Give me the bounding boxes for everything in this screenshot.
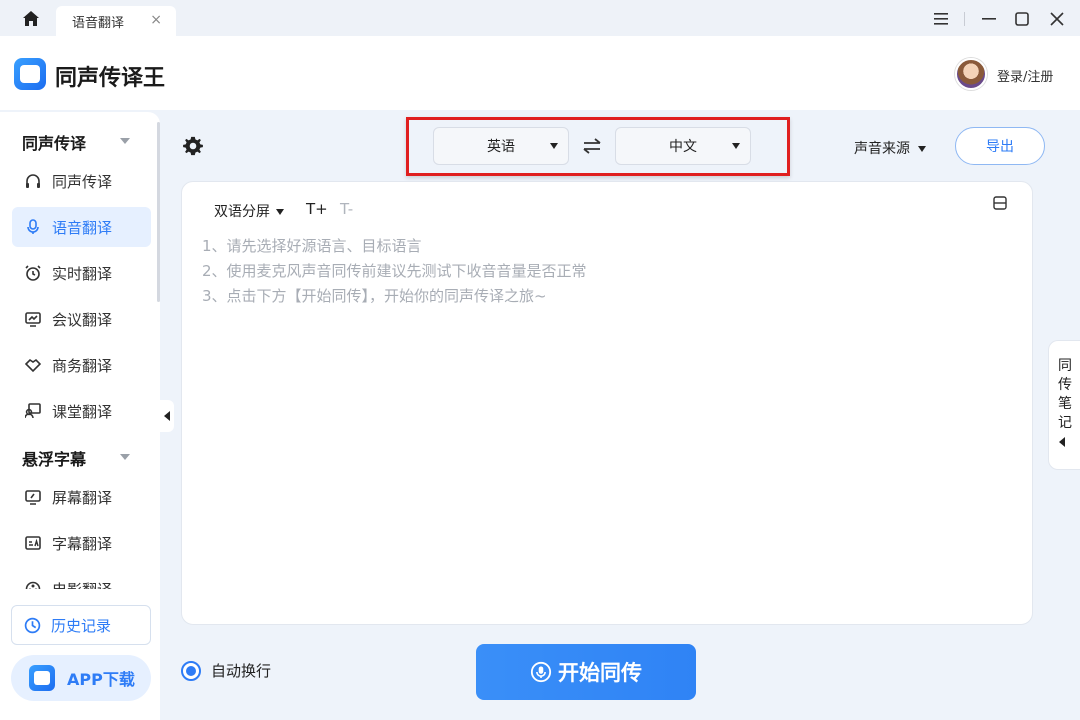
tab-close-icon[interactable]: × [150,12,162,28]
sidebar-item-subtitle[interactable]: 字幕翻译 [12,523,151,563]
sidebar-item-label: 实时翻译 [52,264,113,283]
app-download-button[interactable]: APP下载 [11,655,151,701]
microphone-icon [530,661,552,683]
translation-panel: 双语分屏 T+ T- 1、请先选择好源语言、目标语言 2、使用麦克风声音同传前建… [181,181,1033,625]
alarm-clock-icon [24,264,42,282]
sidebar-item-label: 会议翻译 [52,310,113,329]
home-icon[interactable] [18,6,44,30]
chevron-down-icon[interactable] [120,454,130,460]
section-title-simultaneous[interactable]: 同声传译 [22,130,86,154]
teacher-icon [24,402,42,420]
start-interpretation-button[interactable]: 开始同传 [476,644,696,700]
auto-wrap-radio[interactable] [181,660,201,681]
history-label: 历史记录 [51,616,112,635]
title-bar: 语音翻译 × [0,0,1080,36]
tab-voice-translate[interactable]: 语音翻译 × [56,6,176,36]
minimize-icon[interactable] [978,8,1000,30]
sidebar-item-classroom[interactable]: 课堂翻译 [12,391,151,431]
split-mode-dropdown[interactable]: 双语分屏 [214,201,284,221]
sidebar-item-label: 商务翻译 [52,356,113,375]
auto-wrap-option[interactable]: 自动换行 [181,660,271,681]
hint-line: 3、点击下方【开始同传】，开始你的同声传译之旅~ [202,287,547,305]
sidebar-item-film-clip: 电影翻译 [12,569,151,589]
language-highlight-box [406,117,790,176]
sidebar-collapse-button[interactable] [160,400,174,432]
start-label: 开始同传 [558,661,642,685]
caret-down-icon [918,146,926,152]
sound-source-label: 声音来源 [854,141,910,157]
app-logo [14,58,46,90]
sidebar-scrollbar[interactable] [157,122,160,302]
split-mode-label: 双语分屏 [214,204,270,220]
caret-left-icon [1059,437,1065,447]
sidebar-item-label: 电影翻译 [52,579,112,590]
chart-board-icon [24,310,42,328]
sidebar-item-screen[interactable]: 屏幕翻译 [12,477,151,517]
sound-source-dropdown[interactable]: 声音来源 [854,138,926,158]
close-icon[interactable] [1046,8,1068,30]
headphones-icon [24,172,42,190]
sidebar-item-label: 同声传译 [52,172,113,191]
font-decrease-button[interactable]: T- [340,200,353,218]
sidebar-item-label: 屏幕翻译 [52,488,113,507]
hint-line: 1、请先选择好源语言、目标语言 [202,237,422,255]
subtitle-icon [24,534,42,552]
app-logo-icon [29,665,55,691]
sidebar-item-meeting[interactable]: 会议翻译 [12,299,151,339]
gear-icon[interactable] [182,135,204,157]
font-increase-button[interactable]: T+ [306,200,328,218]
sidebar-item-label: 字幕翻译 [52,534,113,553]
section-title-floating[interactable]: 悬浮字幕 [22,446,86,470]
sidebar-item-label: 语音翻译 [52,218,113,237]
export-button[interactable]: 导出 [955,127,1045,165]
caret-down-icon [276,209,284,215]
layout-toggle-icon[interactable] [993,195,1007,210]
sidebar-item-label: 课堂翻译 [52,402,113,421]
clock-icon [24,617,41,634]
auto-wrap-label: 自动换行 [211,662,272,680]
notes-side-tab[interactable]: 同传笔记 [1048,340,1080,470]
notes-tab-label: 同传笔记 [1058,358,1072,431]
hint-list: 1、请先选择好源语言、目标语言 2、使用麦克风声音同传前建议先测试下收音音量是否… [202,234,587,309]
login-link[interactable]: 登录/注册 [997,66,1053,85]
microphone-icon [24,218,42,236]
sidebar-item-business[interactable]: 商务翻译 [12,345,151,385]
hint-line: 2、使用麦克风声音同传前建议先测试下收音音量是否正常 [202,262,587,280]
maximize-icon[interactable] [1011,8,1033,30]
handshake-icon [24,356,42,374]
sidebar-item-simultaneous[interactable]: 同声传译 [12,161,151,201]
sidebar-item-realtime[interactable]: 实时翻译 [12,253,151,293]
window-divider [964,12,965,26]
caret-left-icon [164,411,170,421]
film-icon [24,580,42,589]
tab-label: 语音翻译 [72,15,125,31]
app-name: 同声传译王 [55,66,166,91]
menu-icon[interactable] [930,8,952,30]
history-button[interactable]: 历史记录 [11,605,151,645]
sidebar-item-voice-translate[interactable]: 语音翻译 [12,207,151,247]
app-download-label: APP下载 [67,670,135,689]
avatar[interactable] [955,58,987,90]
app-header: 同声传译王 登录/注册 [0,36,1080,110]
chevron-down-icon[interactable] [120,138,130,144]
screen-icon [24,488,42,506]
sidebar-item-film[interactable]: 电影翻译 [12,569,151,589]
